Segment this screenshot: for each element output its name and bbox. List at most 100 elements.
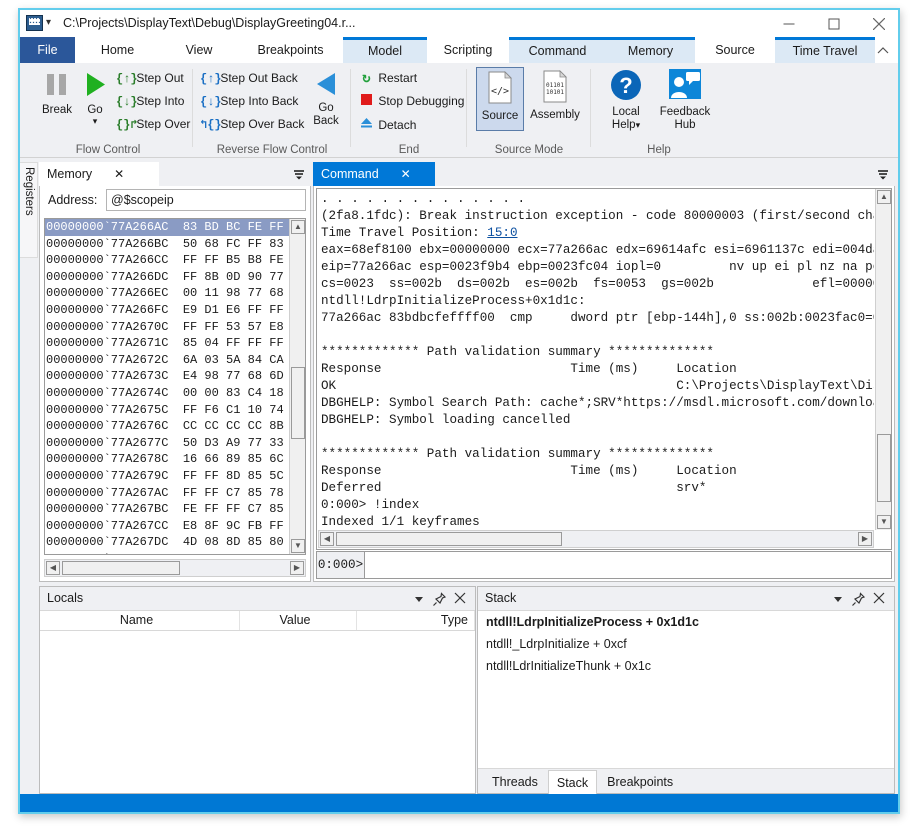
step-out-button[interactable]: {↑} Step Out	[116, 71, 184, 86]
ribbon-tab-breakpoints[interactable]: Breakpoints	[238, 37, 343, 63]
scroll-right-arrow-icon[interactable]: ▶	[858, 532, 872, 546]
scroll-down-arrow-icon[interactable]: ▼	[877, 515, 891, 529]
address-input[interactable]	[106, 189, 306, 211]
step-over-back-button[interactable]: ↰{} Step Over Back	[200, 117, 304, 132]
source-mode-button[interactable]: </> Source	[476, 67, 524, 131]
ribbon-tab-source[interactable]: Source	[695, 37, 775, 63]
memory-row[interactable]: 00000000`77A267AC FF FF C7 85 78 FB	[45, 485, 289, 502]
scroll-up-arrow-icon[interactable]: ▲	[291, 220, 305, 234]
detach-button[interactable]: Detach	[358, 117, 416, 133]
memory-hex-rows[interactable]: 00000000`77A266AC 83 BD BC FE FF FF00000…	[45, 219, 289, 554]
sidebar-item-registers[interactable]: Registers	[20, 162, 38, 258]
command-input[interactable]	[365, 552, 891, 578]
ribbon-tab-view[interactable]: View	[160, 37, 238, 63]
memory-row[interactable]: 00000000`77A2677C 50 D3 A9 77 33 C5	[45, 435, 289, 452]
go-button[interactable]: Go ▾	[76, 71, 114, 126]
memory-row[interactable]: 00000000`77A267DC 4D 08 8D 85 80 FB	[45, 534, 289, 551]
ribbon-tab-memory[interactable]: Memory	[606, 37, 695, 63]
stop-debugging-button[interactable]: Stop Debugging	[358, 94, 464, 109]
memory-row[interactable]: 00000000`77A2675C FF F6 C1 10 74 01	[45, 402, 289, 419]
chevron-up-icon[interactable]	[874, 42, 892, 60]
go-back-button[interactable]: Go Back	[306, 71, 346, 128]
memory-row[interactable]: 00000000`77A267CC E8 8F 9C FB FF 8B	[45, 518, 289, 535]
chevron-down-icon[interactable]	[830, 591, 846, 607]
memory-vertical-scrollbar[interactable]: ▲ ▼	[289, 219, 305, 554]
minimize-button[interactable]	[766, 10, 811, 37]
scroll-down-arrow-icon[interactable]: ▼	[291, 539, 305, 553]
memory-scroll-thumb[interactable]	[291, 367, 305, 439]
ribbon-tab-scripting[interactable]: Scripting	[427, 37, 509, 63]
bottom-tab-threads[interactable]: Threads	[484, 770, 546, 794]
scroll-up-arrow-icon[interactable]: ▲	[877, 190, 891, 204]
column-header-value[interactable]: Value	[240, 611, 357, 630]
column-header-name[interactable]: Name	[40, 611, 240, 630]
ribbon-tab-file[interactable]: File	[20, 37, 75, 63]
close-icon[interactable]	[453, 591, 469, 607]
close-icon[interactable]: ✕	[114, 167, 124, 181]
close-icon[interactable]: ✕	[401, 167, 411, 181]
stack-frame-item[interactable]: ntdll!LdrInitializeThunk + 0x1c	[478, 655, 894, 677]
memory-row[interactable]: 00000000`77A267EC B1 03 00 00 8B F0	[45, 551, 289, 554]
chevron-down-icon[interactable]	[411, 591, 427, 607]
tab-command[interactable]: Command✕	[313, 162, 435, 186]
pin-icon[interactable]	[851, 591, 867, 607]
memory-row[interactable]: 00000000`77A266BC 50 68 FC FF 83 BD	[45, 236, 289, 253]
local-help-button[interactable]: ? Local Help▾	[598, 69, 654, 132]
panel-menu-icon[interactable]	[291, 166, 307, 182]
step-into-button[interactable]: {↓} Step Into	[116, 94, 184, 109]
bottom-tab-breakpoints[interactable]: Breakpoints	[599, 770, 681, 794]
panel-menu-icon[interactable]	[875, 166, 891, 182]
scroll-left-arrow-icon[interactable]: ◀	[46, 561, 60, 575]
column-header-type[interactable]: Type	[357, 611, 475, 630]
scroll-left-arrow-icon[interactable]: ◀	[320, 532, 334, 546]
memory-row[interactable]: 00000000`77A266DC FF 8B 0D 90 77 A9	[45, 269, 289, 286]
memory-row[interactable]: 00000000`77A2671C 85 04 FF FF FF E9	[45, 335, 289, 352]
memory-row[interactable]: 00000000`77A2679C FF FF 8D 85 5C FB	[45, 468, 289, 485]
memory-row[interactable]: 00000000`77A267BC FE FF FF C7 85 70	[45, 501, 289, 518]
close-icon[interactable]	[872, 591, 888, 607]
memory-row[interactable]: 00000000`77A266AC 83 BD BC FE FF FF	[45, 219, 289, 236]
memory-row[interactable]: 00000000`77A2673C E4 98 77 68 6D 11	[45, 368, 289, 385]
ribbon-tab-time-travel[interactable]: Time Travel	[775, 37, 875, 63]
memory-row-bytes: E9 D1 E6 FF FF 3D	[183, 303, 289, 317]
step-over-button[interactable]: {}↱ Step Over	[116, 117, 190, 132]
command-scroll-thumb[interactable]	[877, 434, 891, 502]
step-out-back-label: Step Out Back	[220, 71, 297, 85]
restart-button[interactable]: ↻ Restart	[358, 71, 417, 86]
memory-row[interactable]: 00000000`77A2672C 6A 03 5A 84 CA 74	[45, 352, 289, 369]
time-travel-position-link[interactable]: 15:0	[487, 226, 517, 240]
stack-frame-list[interactable]: ntdll!LdrpInitializeProcess + 0x1d1cntdl…	[478, 611, 894, 767]
quick-access-toolbar-caret-icon[interactable]: ▾	[46, 18, 51, 28]
memory-row[interactable]: 00000000`77A2676C CC CC CC CC 8B FF	[45, 418, 289, 435]
step-out-back-button[interactable]: {↑} Step Out Back	[200, 71, 298, 86]
go-dropdown-caret-icon[interactable]: ▾	[76, 117, 114, 126]
scroll-right-arrow-icon[interactable]: ▶	[290, 561, 304, 575]
memory-horizontal-scrollbar[interactable]: ◀ ▶	[44, 559, 306, 577]
command-vertical-scrollbar[interactable]: ▲ ▼	[875, 189, 891, 530]
ribbon-tab-command[interactable]: Command	[509, 37, 606, 63]
memory-row[interactable]: 00000000`77A266FC E9 D1 E6 FF FF 3D	[45, 302, 289, 319]
memory-row[interactable]: 00000000`77A266CC FF FF B5 B8 FE FF	[45, 252, 289, 269]
assembly-mode-button[interactable]: 01101 10101 Assembly	[526, 67, 584, 131]
memory-hscroll-thumb[interactable]	[62, 561, 180, 575]
maximize-button[interactable]	[811, 10, 856, 37]
stack-frame-item[interactable]: ntdll!_LdrpInitialize + 0xcf	[478, 633, 894, 655]
command-horizontal-scrollbar[interactable]: ◀ ▶	[318, 530, 874, 548]
memory-row[interactable]: 00000000`77A2678C 16 66 89 85 6C FB	[45, 451, 289, 468]
pin-icon[interactable]	[432, 591, 448, 607]
stack-frame-item[interactable]: ntdll!LdrpInitializeProcess + 0x1d1c	[478, 611, 894, 633]
command-hscroll-thumb[interactable]	[336, 532, 562, 546]
locals-rows[interactable]	[40, 631, 475, 793]
tab-memory[interactable]: Memory✕	[39, 162, 159, 186]
memory-row[interactable]: 00000000`77A266EC 00 11 98 77 68 F8	[45, 285, 289, 302]
break-button[interactable]: Break	[34, 71, 80, 117]
memory-row[interactable]: 00000000`77A2674C 00 00 83 C4 18 8B	[45, 385, 289, 402]
close-button[interactable]	[856, 10, 901, 37]
memory-row[interactable]: 00000000`77A2670C FF FF 53 57 E8 7B	[45, 319, 289, 336]
feedback-hub-button[interactable]: Feedback Hub	[652, 69, 718, 132]
ribbon-tab-model[interactable]: Model	[343, 37, 427, 63]
step-into-back-button[interactable]: {↓} Step Into Back	[200, 94, 298, 109]
ribbon-tab-home[interactable]: Home	[75, 37, 160, 63]
bottom-tab-stack[interactable]: Stack	[548, 770, 597, 794]
command-output[interactable]: . . . . . . . . . . . . . .(2fa8.1fdc): …	[316, 188, 892, 550]
